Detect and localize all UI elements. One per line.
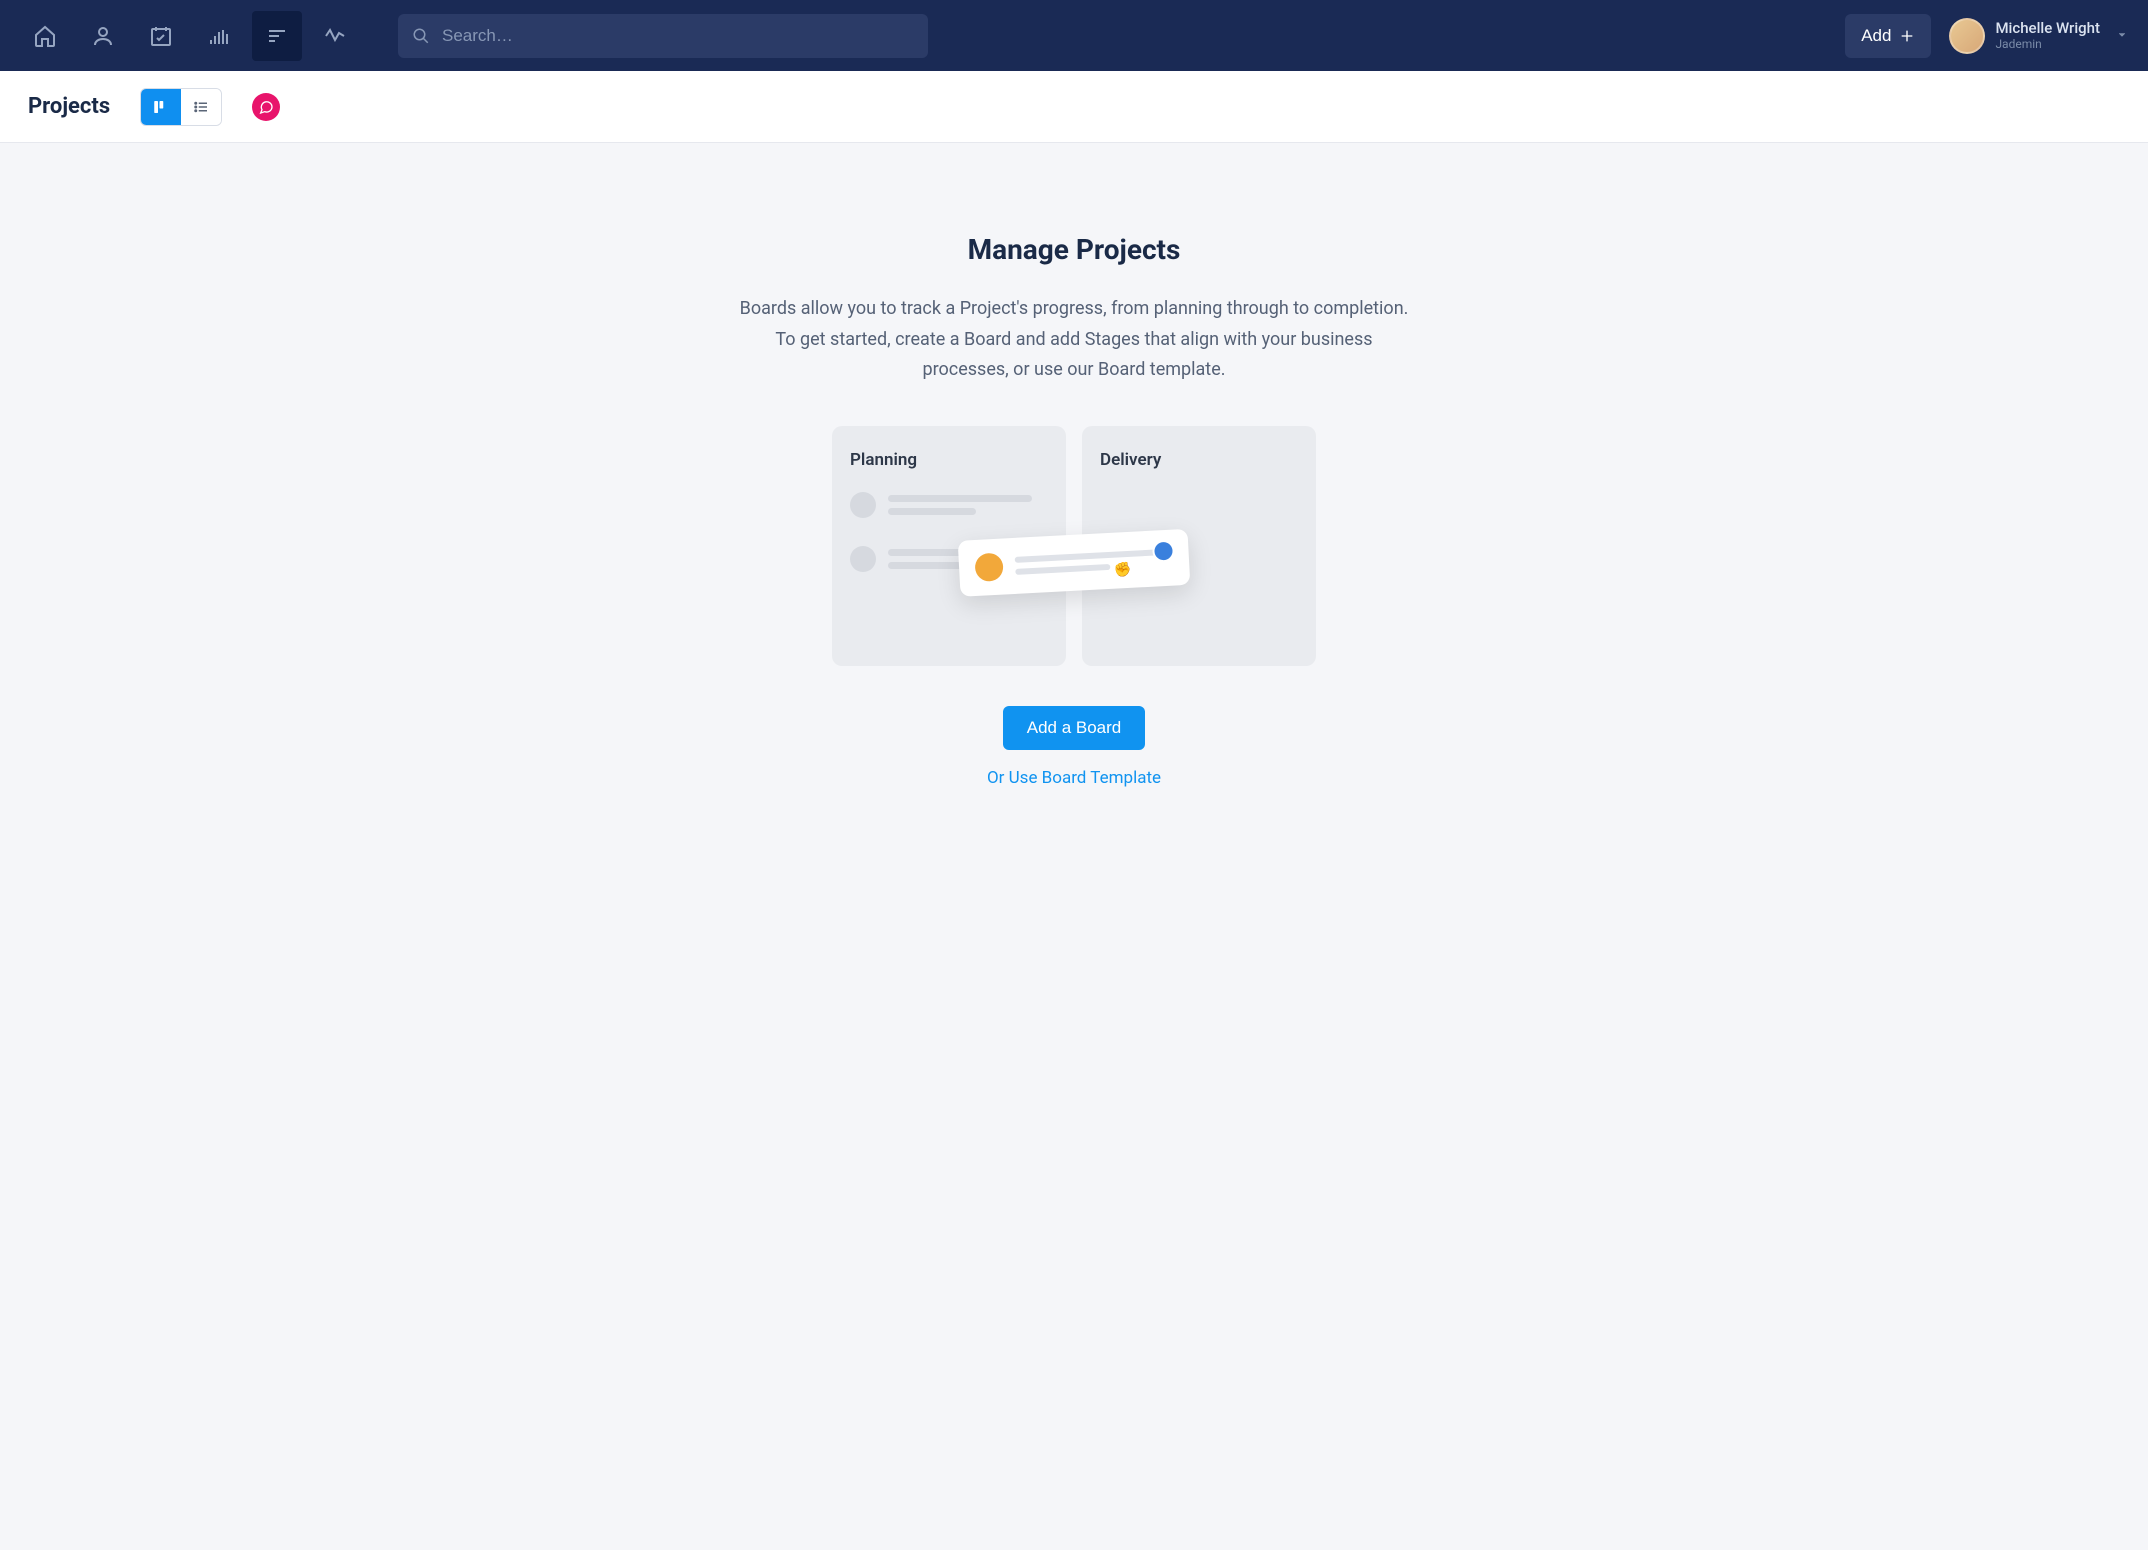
user-menu[interactable]: Michelle Wright Jademin: [1949, 18, 2128, 54]
main-content: Manage Projects Boards allow you to trac…: [0, 143, 2148, 1550]
illustration-column-title: Delivery: [1100, 450, 1298, 470]
search-icon: [412, 27, 430, 45]
search-box: [398, 14, 928, 58]
nav-home-icon[interactable]: [20, 11, 70, 61]
illustration: Planning Delivery: [832, 426, 1316, 666]
topnav-right: Add Michelle Wright Jademin: [1845, 14, 2128, 58]
add-button[interactable]: Add: [1845, 14, 1931, 58]
user-org: Jademin: [1995, 37, 2100, 51]
nav-stats-icon[interactable]: [194, 11, 244, 61]
chat-icon[interactable]: [252, 93, 280, 121]
use-template-link[interactable]: Or Use Board Template: [987, 768, 1161, 788]
nav-projects-icon[interactable]: [252, 11, 302, 61]
nav-profile-icon[interactable]: [78, 11, 128, 61]
view-toggle: [140, 88, 222, 126]
nav-activity-icon[interactable]: [310, 11, 360, 61]
user-text: Michelle Wright Jademin: [1995, 19, 2100, 51]
nav-calendar-icon[interactable]: [136, 11, 186, 61]
view-list-button[interactable]: [181, 89, 221, 125]
grab-cursor-icon: ✊: [1114, 562, 1132, 579]
user-name: Michelle Wright: [1995, 19, 2100, 37]
add-board-button[interactable]: Add a Board: [1003, 706, 1146, 750]
add-button-label: Add: [1861, 26, 1891, 46]
view-board-button[interactable]: [141, 89, 181, 125]
top-nav: Add Michelle Wright Jademin: [0, 0, 2148, 71]
avatar: [1949, 18, 1985, 54]
illustration-card: ✊: [958, 529, 1191, 597]
hero-title: Manage Projects: [968, 233, 1181, 266]
chevron-down-icon: [2110, 26, 2128, 45]
subheader: Projects: [0, 71, 2148, 143]
page-title: Projects: [28, 94, 110, 119]
search-input[interactable]: [398, 14, 928, 58]
hero-description: Boards allow you to track a Project's pr…: [734, 294, 1414, 386]
illustration-column-title: Planning: [850, 450, 1048, 470]
